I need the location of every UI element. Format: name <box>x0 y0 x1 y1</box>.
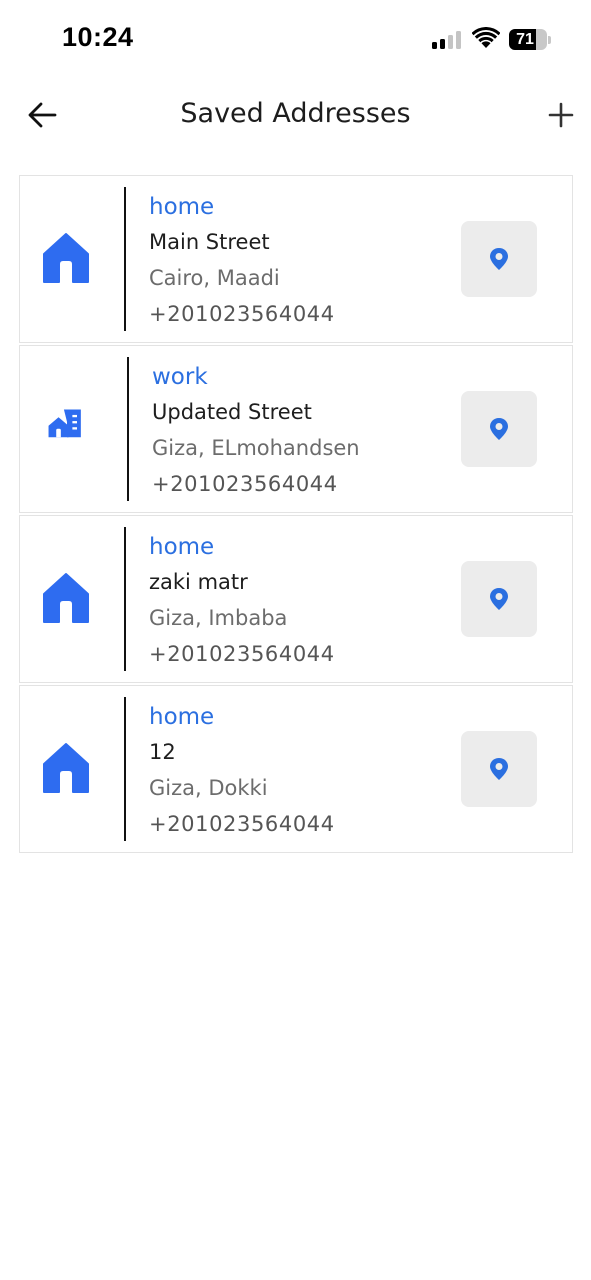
address-label: home <box>149 194 215 220</box>
address-city: Giza, Dokki <box>149 776 268 800</box>
cellular-signal-icon <box>432 31 462 49</box>
address-label: home <box>149 534 215 560</box>
battery-icon: 71 <box>509 29 551 51</box>
view-on-map-button[interactable] <box>461 391 537 467</box>
address-card[interactable]: home zaki matr Giza, Imbaba +20102356404… <box>19 515 573 683</box>
address-card[interactable]: home Main Street Cairo, Maadi +201023564… <box>19 175 573 343</box>
card-divider <box>127 357 129 501</box>
header: Saved Addresses <box>0 90 591 140</box>
location-pin-icon <box>490 588 508 610</box>
plus-icon <box>548 102 574 128</box>
status-bar: 10:24 71 <box>0 0 591 80</box>
address-card[interactable]: work Updated Street Giza, ELmohandsen +2… <box>19 345 573 513</box>
card-divider <box>124 697 126 841</box>
address-label: home <box>149 704 215 730</box>
address-phone: +201023564044 <box>149 812 335 836</box>
address-city: Giza, ELmohandsen <box>152 436 360 460</box>
location-pin-icon <box>490 248 508 270</box>
address-label: work <box>152 364 208 390</box>
status-time: 10:24 <box>62 22 134 52</box>
address-city: Giza, Imbaba <box>149 606 288 630</box>
address-list: home Main Street Cairo, Maadi +201023564… <box>19 175 573 855</box>
address-city: Cairo, Maadi <box>149 266 280 290</box>
work-building-icon <box>48 409 81 438</box>
page-title: Saved Addresses <box>180 98 411 129</box>
address-phone: +201023564044 <box>149 642 335 666</box>
address-card[interactable]: home 12 Giza, Dokki +201023564044 <box>19 685 573 853</box>
location-pin-icon <box>490 758 508 780</box>
view-on-map-button[interactable] <box>461 221 537 297</box>
card-divider <box>124 187 126 331</box>
add-address-button[interactable] <box>544 98 578 132</box>
address-street: zaki matr <box>149 570 248 594</box>
address-street: 12 <box>149 740 176 764</box>
card-divider <box>124 527 126 671</box>
home-icon <box>43 743 89 793</box>
home-icon <box>43 233 89 283</box>
location-pin-icon <box>490 418 508 440</box>
address-phone: +201023564044 <box>152 472 338 496</box>
address-street: Updated Street <box>152 400 312 424</box>
battery-level: 71 <box>516 31 534 48</box>
view-on-map-button[interactable] <box>461 561 537 637</box>
wifi-icon <box>472 27 500 48</box>
view-on-map-button[interactable] <box>461 731 537 807</box>
home-icon <box>43 573 89 623</box>
address-phone: +201023564044 <box>149 302 335 326</box>
address-street: Main Street <box>149 230 270 254</box>
